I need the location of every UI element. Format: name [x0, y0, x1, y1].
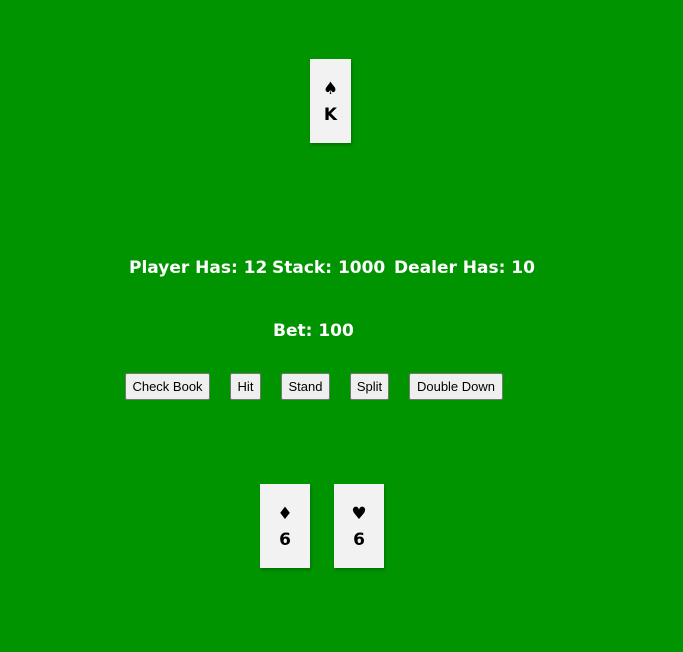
- card-rank: 6: [353, 530, 365, 550]
- heart-icon: ♥: [351, 504, 367, 524]
- stack-amount: Stack: 1000: [272, 258, 386, 278]
- spade-icon: ♠: [322, 79, 339, 99]
- dealer-card: ♠ K: [310, 59, 351, 143]
- split-button[interactable]: Split: [350, 373, 389, 400]
- card-rank: 6: [279, 530, 291, 550]
- dealer-total: Dealer Has: 10: [394, 258, 535, 278]
- player-total: Player Has: 12: [129, 258, 268, 278]
- bet-amount: Bet: 100: [273, 321, 354, 341]
- card-rank: K: [323, 105, 338, 125]
- player-card: ♦ 6: [260, 484, 310, 568]
- check-book-button[interactable]: Check Book: [125, 373, 210, 400]
- diamond-icon: ♦: [277, 504, 293, 524]
- double-down-button[interactable]: Double Down: [409, 373, 503, 400]
- player-card: ♥ 6: [334, 484, 384, 568]
- hit-button[interactable]: Hit: [230, 373, 261, 400]
- stand-button[interactable]: Stand: [281, 373, 330, 400]
